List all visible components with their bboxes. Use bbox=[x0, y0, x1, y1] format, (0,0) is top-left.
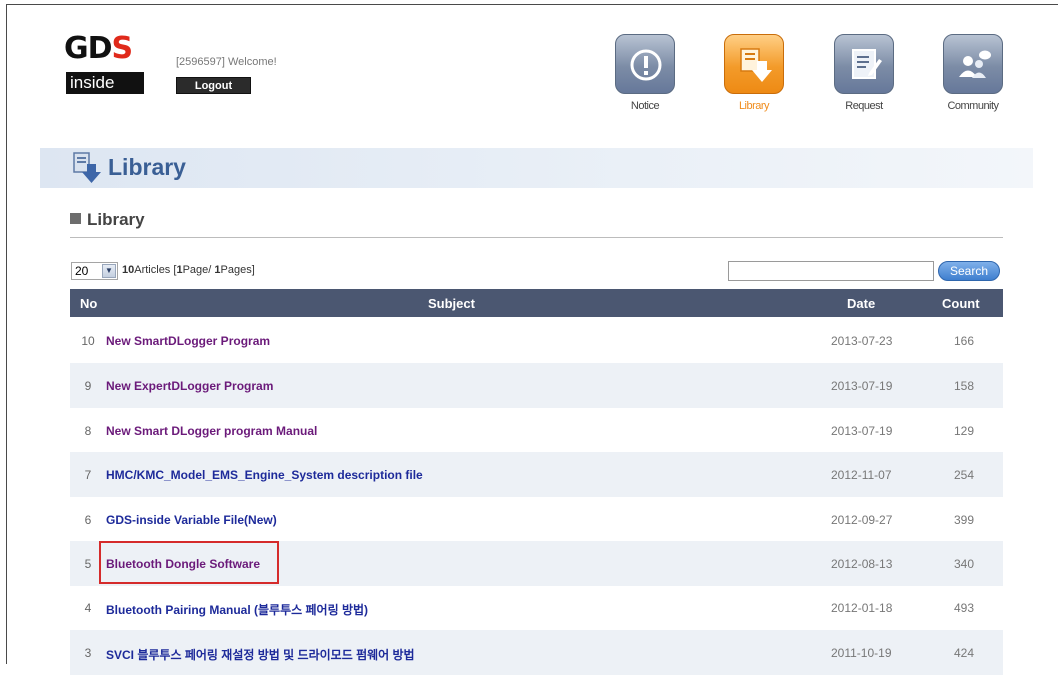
logo-wordmark: GDS bbox=[64, 31, 133, 66]
row-count: 493 bbox=[954, 601, 975, 615]
row-no: 3 bbox=[84, 646, 92, 660]
row-count: 399 bbox=[954, 513, 975, 527]
row-count: 254 bbox=[954, 468, 975, 482]
table-row: 7 HMC/KMC_Model_EMS_Engine_System descri… bbox=[70, 452, 1003, 497]
bullet-square-icon bbox=[70, 213, 81, 224]
row-no: 4 bbox=[84, 601, 92, 615]
row-date: 2012-09-27 bbox=[831, 513, 893, 527]
table-row: 5 Bluetooth Dongle Software 2012-08-13 3… bbox=[70, 541, 1003, 586]
section-divider bbox=[70, 237, 1003, 238]
row-subject-link[interactable]: Bluetooth Dongle Software bbox=[106, 557, 260, 571]
table-row: 3 SVCI 블루투스 페어링 재설정 방법 및 드라이모드 펌웨어 방법 20… bbox=[70, 630, 1003, 675]
row-count: 158 bbox=[954, 379, 975, 393]
row-subject-link[interactable]: New Smart DLogger program Manual bbox=[106, 424, 317, 438]
row-no: 9 bbox=[84, 379, 92, 393]
row-no: 10 bbox=[81, 334, 95, 348]
col-subject: Subject bbox=[428, 296, 475, 311]
table-row: 9 New ExpertDLogger Program 2013-07-19 1… bbox=[70, 363, 1003, 408]
chevron-down-icon[interactable]: ▼ bbox=[102, 264, 116, 278]
per-page-select[interactable]: 20 ▼ bbox=[71, 262, 118, 280]
row-count: 424 bbox=[954, 646, 975, 660]
table-row: 8 New Smart DLogger program Manual 2013-… bbox=[70, 408, 1003, 453]
nav-label: Library bbox=[738, 100, 770, 112]
logo-sub: inside bbox=[66, 72, 144, 94]
nav-label: Notice bbox=[630, 100, 660, 112]
row-date: 2013-07-19 bbox=[831, 379, 893, 393]
row-subject-link[interactable]: HMC/KMC_Model_EMS_Engine_System descript… bbox=[106, 468, 423, 482]
row-no: 8 bbox=[84, 424, 92, 438]
section-heading-text: Library bbox=[87, 210, 145, 229]
page-title-band: Library bbox=[40, 148, 1033, 188]
row-no: 5 bbox=[84, 557, 92, 571]
request-icon bbox=[834, 34, 894, 94]
community-icon bbox=[943, 34, 1003, 94]
library-title-icon bbox=[72, 152, 104, 189]
row-count: 340 bbox=[954, 557, 975, 571]
row-count: 166 bbox=[954, 334, 975, 348]
row-date: 2013-07-19 bbox=[831, 424, 893, 438]
nav-community[interactable]: Community bbox=[942, 34, 1004, 114]
col-date: Date bbox=[847, 296, 876, 311]
search-input[interactable] bbox=[728, 261, 934, 281]
row-date: 2012-01-18 bbox=[831, 601, 893, 615]
row-subject-link[interactable]: New SmartDLogger Program bbox=[106, 334, 270, 348]
row-subject-link[interactable]: GDS-inside Variable File(New) bbox=[106, 513, 277, 527]
notice-icon bbox=[615, 34, 675, 94]
nav-library[interactable]: Library bbox=[723, 34, 785, 114]
gds-inside-logo[interactable]: GDS inside bbox=[64, 32, 150, 102]
nav-label: Community bbox=[947, 100, 999, 112]
table-row: 4 Bluetooth Pairing Manual (블루투스 페어링 방법)… bbox=[70, 585, 1003, 630]
per-page-value: 20 bbox=[75, 264, 89, 278]
nav-request[interactable]: Request bbox=[833, 34, 895, 114]
row-date: 2013-07-23 bbox=[831, 334, 893, 348]
library-icon bbox=[724, 34, 784, 94]
row-no: 7 bbox=[84, 468, 92, 482]
page-title: Library bbox=[108, 154, 186, 180]
row-count: 129 bbox=[954, 424, 975, 438]
row-date: 2012-11-07 bbox=[831, 468, 892, 482]
page-info: 10Articles [1Page/ 1Pages] bbox=[122, 264, 255, 276]
table-header: No Subject Date Count bbox=[70, 289, 1003, 317]
row-date: 2012-08-13 bbox=[831, 557, 893, 571]
row-no: 6 bbox=[84, 513, 92, 527]
col-count: Count bbox=[942, 296, 980, 311]
col-no: No bbox=[80, 296, 98, 311]
row-subject-link[interactable]: New ExpertDLogger Program bbox=[106, 379, 273, 393]
table-row: 6 GDS-inside Variable File(New) 2012-09-… bbox=[70, 497, 1003, 542]
logout-button[interactable]: Logout bbox=[176, 77, 251, 94]
row-date: 2011-10-19 bbox=[831, 646, 892, 660]
nav-notice[interactable]: Notice bbox=[614, 34, 676, 114]
row-subject-link[interactable]: Bluetooth Pairing Manual (블루투스 페어링 방법) bbox=[106, 601, 368, 618]
search-button[interactable]: Search bbox=[938, 261, 1000, 281]
row-subject-link[interactable]: SVCI 블루투스 페어링 재설정 방법 및 드라이모드 펌웨어 방법 bbox=[106, 646, 415, 663]
table-row: 10 New SmartDLogger Program 2013-07-23 1… bbox=[70, 318, 1003, 363]
nav-label: Request bbox=[845, 100, 883, 112]
welcome-text: [2596597] Welcome! bbox=[176, 56, 277, 68]
section-heading: Library bbox=[70, 210, 145, 230]
